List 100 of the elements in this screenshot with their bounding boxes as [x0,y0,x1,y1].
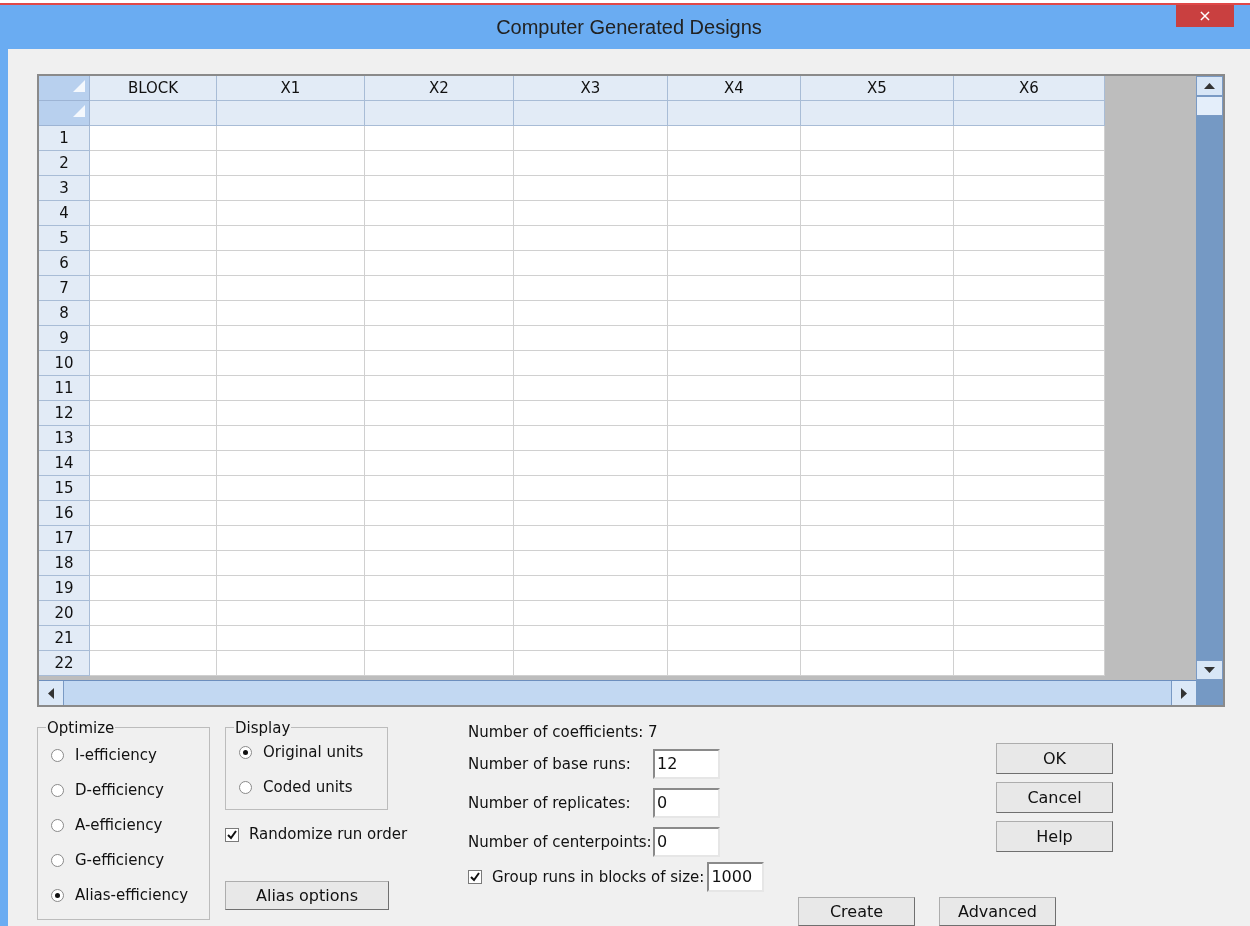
row-header[interactable]: 7 [39,276,90,301]
table-cell[interactable] [954,176,1105,201]
table-cell[interactable] [217,326,365,351]
table-cell[interactable] [954,576,1105,601]
row-header[interactable]: 15 [39,476,90,501]
row-header[interactable]: 18 [39,551,90,576]
table-cell[interactable] [801,326,954,351]
column-header[interactable]: X3 [514,76,668,101]
dialog-button[interactable]: Help [996,821,1113,852]
table-cell[interactable] [217,626,365,651]
table-cell[interactable] [954,401,1105,426]
input-field[interactable]: 0 [653,827,720,857]
table-cell[interactable] [954,326,1105,351]
table-cell[interactable] [514,351,668,376]
row-header[interactable]: 11 [39,376,90,401]
table-cell[interactable] [801,626,954,651]
table-cell[interactable] [365,251,514,276]
column-header[interactable]: X2 [365,76,514,101]
table-cell[interactable] [217,151,365,176]
table-cell[interactable] [514,426,668,451]
table-cell[interactable] [90,476,217,501]
table-cell[interactable] [217,526,365,551]
table-cell[interactable] [668,526,801,551]
table-cell[interactable] [514,651,668,676]
table-cell[interactable] [514,151,668,176]
table-cell[interactable] [217,126,365,151]
table-cell[interactable] [514,251,668,276]
input-field[interactable]: 1000 [707,862,765,892]
table-cell[interactable] [365,126,514,151]
row-header[interactable]: 5 [39,226,90,251]
table-cell[interactable] [801,301,954,326]
table-cell[interactable] [801,351,954,376]
table-cell[interactable] [514,326,668,351]
row-header[interactable]: 16 [39,501,90,526]
table-cell[interactable] [514,526,668,551]
table-cell[interactable] [801,501,954,526]
table-cell[interactable] [217,226,365,251]
table-cell[interactable] [954,551,1105,576]
checkbox[interactable] [468,870,482,884]
table-cell[interactable] [954,301,1105,326]
row-header[interactable]: 13 [39,426,90,451]
table-cell[interactable] [90,576,217,601]
table-cell[interactable] [90,276,217,301]
table-cell[interactable] [514,401,668,426]
table-cell[interactable] [514,501,668,526]
table-cell[interactable] [801,476,954,501]
table-cell[interactable] [801,401,954,426]
table-cell[interactable] [365,326,514,351]
row-header[interactable]: 6 [39,251,90,276]
table-cell[interactable] [954,151,1105,176]
table-cell[interactable] [217,376,365,401]
table-cell[interactable] [90,626,217,651]
table-cell[interactable] [954,526,1105,551]
table-cell[interactable] [217,301,365,326]
row-header[interactable]: 22 [39,651,90,676]
table-cell[interactable] [954,251,1105,276]
column-header[interactable]: BLOCK [90,76,217,101]
table-cell[interactable] [668,326,801,351]
table-cell[interactable] [801,526,954,551]
table-cell[interactable] [668,451,801,476]
radio-button[interactable] [51,889,64,902]
table-cell[interactable] [801,651,954,676]
table-cell[interactable] [801,601,954,626]
table-cell[interactable] [514,126,668,151]
table-cell[interactable] [90,451,217,476]
table-cell[interactable] [801,576,954,601]
column-header[interactable]: X4 [668,76,801,101]
table-cell[interactable] [954,276,1105,301]
table-cell[interactable] [801,276,954,301]
table-cell[interactable] [90,201,217,226]
table-cell[interactable] [954,426,1105,451]
table-cell[interactable] [954,601,1105,626]
table-cell[interactable] [217,501,365,526]
table-cell[interactable] [668,276,801,301]
table-cell[interactable] [668,426,801,451]
row-header[interactable]: 4 [39,201,90,226]
table-cell[interactable] [668,576,801,601]
table-cell[interactable] [954,201,1105,226]
column-header[interactable] [90,101,217,126]
table-cell[interactable] [801,426,954,451]
row-header[interactable]: 2 [39,151,90,176]
column-header[interactable] [365,101,514,126]
table-cell[interactable] [90,251,217,276]
table-cell[interactable] [954,351,1105,376]
table-cell[interactable] [365,601,514,626]
table-cell[interactable] [801,201,954,226]
table-cell[interactable] [514,176,668,201]
table-cell[interactable] [668,401,801,426]
table-cell[interactable] [954,476,1105,501]
table-cell[interactable] [365,201,514,226]
alias-options-button[interactable]: Alias options [225,881,389,910]
column-header[interactable]: X5 [801,76,954,101]
radio-button[interactable] [51,749,64,762]
table-cell[interactable] [801,376,954,401]
table-cell[interactable] [365,526,514,551]
table-cell[interactable] [365,376,514,401]
row-header[interactable]: 10 [39,351,90,376]
table-cell[interactable] [217,201,365,226]
checkbox[interactable] [225,827,239,842]
table-cell[interactable] [217,276,365,301]
